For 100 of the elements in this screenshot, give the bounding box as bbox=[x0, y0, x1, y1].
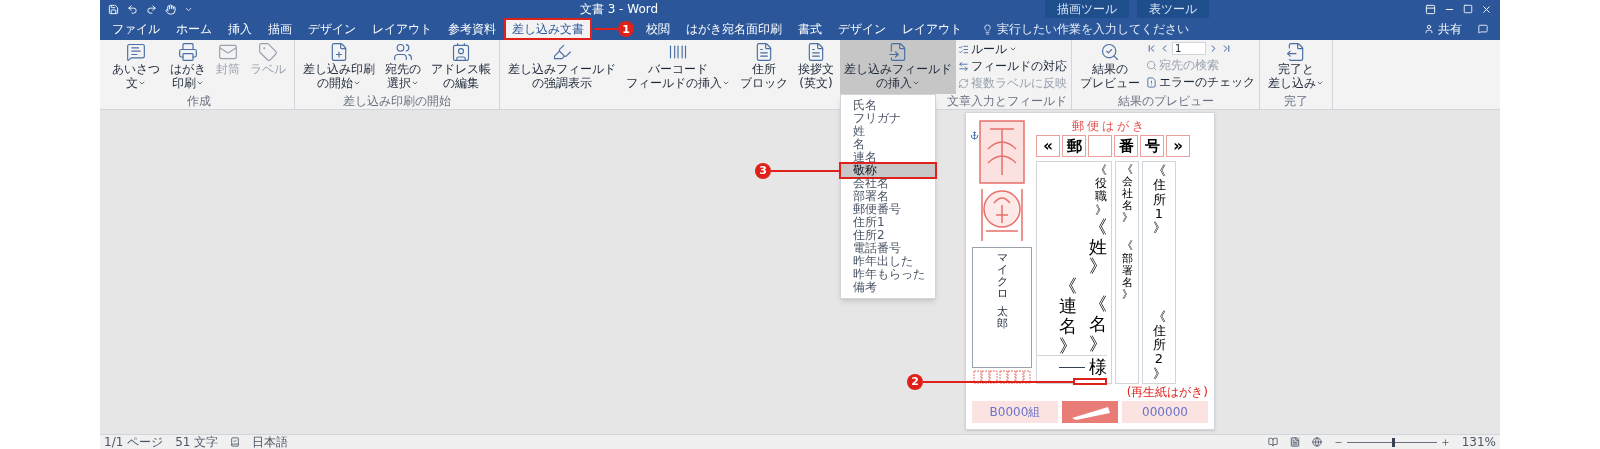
postal-code-boxes-drawing bbox=[973, 370, 1031, 384]
ribbon-group-label: 結果のプレビュー bbox=[1117, 94, 1214, 109]
word-count[interactable]: 51 文字 bbox=[175, 433, 219, 449]
caret-icon bbox=[353, 79, 361, 87]
page-count[interactable]: 1/1 ページ bbox=[104, 433, 164, 449]
ribbon-button[interactable]: あいさつ 文 bbox=[108, 40, 164, 94]
ribbon-tab[interactable]: デザイン bbox=[830, 18, 894, 40]
ribbon-button[interactable]: 差し込み印刷 の開始 bbox=[299, 40, 379, 94]
comment-icon[interactable] bbox=[1478, 24, 1488, 34]
window-title: 文書 3 - Word bbox=[578, 1, 660, 18]
search-icon bbox=[1146, 59, 1157, 71]
ribbon-tab[interactable]: 参考資料 bbox=[440, 18, 504, 40]
postal-code-box: 郵 bbox=[1062, 135, 1086, 157]
company-field: 《会社名》 bbox=[1121, 164, 1133, 225]
context-tab-group: 表ツール bbox=[1137, 0, 1209, 18]
callout-number: 1 bbox=[618, 21, 634, 37]
document-icon bbox=[1146, 76, 1157, 88]
ribbon-tab[interactable]: 描画 bbox=[260, 18, 300, 40]
address-field: 《住所2》 bbox=[1152, 309, 1166, 381]
menu-item[interactable]: 住所2 bbox=[841, 229, 935, 242]
ribbon-tab[interactable]: デザイン bbox=[300, 18, 364, 40]
ribbon-tab[interactable]: ホーム bbox=[168, 18, 220, 40]
redo-icon[interactable] bbox=[146, 3, 157, 15]
record-number-field[interactable]: 1 bbox=[1172, 42, 1206, 55]
message-icon bbox=[126, 42, 146, 62]
print-layout-icon[interactable] bbox=[1289, 437, 1300, 447]
hand-icon[interactable] bbox=[165, 3, 176, 15]
menu-item[interactable]: 部署名 bbox=[841, 190, 935, 203]
menu-item[interactable]: 住所1 bbox=[841, 216, 935, 229]
ribbon-button[interactable]: 差し込みフィールド の強調表示 bbox=[504, 40, 620, 94]
ribbon-small-button[interactable]: ルール bbox=[958, 42, 1067, 56]
document-icon bbox=[1286, 42, 1306, 62]
menu-item[interactable]: 昨年もらった bbox=[841, 268, 935, 281]
ribbon-tab[interactable]: レイアウト bbox=[364, 18, 440, 40]
postal-code-box: « bbox=[1036, 135, 1060, 157]
ribbon-tab[interactable]: 校閲 bbox=[638, 18, 678, 40]
zoom-in-icon[interactable] bbox=[1440, 437, 1450, 447]
people-icon bbox=[393, 42, 413, 62]
menu-item[interactable]: 敬称 bbox=[841, 164, 935, 177]
proofing-icon[interactable] bbox=[230, 437, 241, 447]
first-record-icon[interactable] bbox=[1146, 43, 1157, 54]
menu-item[interactable]: 昨年出した bbox=[841, 255, 935, 268]
context-tab-group: 描画ツール bbox=[1045, 0, 1129, 18]
zoom-slider-thumb[interactable] bbox=[1391, 437, 1395, 447]
ribbon-button[interactable]: 結果の プレビュー bbox=[1076, 40, 1144, 94]
ribbon-tab[interactable]: 書式 bbox=[790, 18, 830, 40]
tell-me-field[interactable]: 実行したい作業を入力してください bbox=[997, 20, 1189, 38]
ribbon-button[interactable]: アドレス帳 の編集 bbox=[427, 40, 495, 94]
language-label[interactable]: 日本語 bbox=[252, 433, 289, 449]
ribbon-small-button[interactable]: エラーのチェック bbox=[1146, 75, 1255, 89]
maximize-icon[interactable] bbox=[1463, 4, 1473, 14]
caret-icon bbox=[138, 79, 146, 87]
joint-name-field: 《連名》 bbox=[1059, 276, 1077, 356]
last-record-icon[interactable] bbox=[1221, 43, 1232, 54]
caret-icon bbox=[722, 79, 730, 87]
ribbon-button[interactable]: 宛先の 選択 bbox=[381, 40, 425, 94]
caret-icon bbox=[196, 79, 204, 87]
ribbon-button[interactable]: バーコード フィールドの挿入 bbox=[622, 40, 734, 94]
contact-card-icon bbox=[451, 42, 471, 62]
menu-item[interactable]: 電話番号 bbox=[841, 242, 935, 255]
ribbon-button[interactable]: 挨拶文 (英文) bbox=[794, 40, 838, 94]
swap-icon bbox=[958, 60, 969, 72]
ribbon-button[interactable]: はがき 印刷 bbox=[166, 40, 210, 94]
ribbon-button[interactable]: 完了と 差し込み bbox=[1264, 40, 1328, 94]
ribbon-tab[interactable]: はがき宛名面印刷 bbox=[678, 18, 790, 40]
postal-code-box bbox=[1088, 135, 1112, 157]
ribbon-tab[interactable]: レイアウト bbox=[894, 18, 970, 40]
envelope-icon bbox=[218, 42, 238, 62]
leader-line bbox=[594, 28, 618, 30]
zoom-level[interactable]: 131% bbox=[1461, 433, 1496, 449]
undo-icon[interactable] bbox=[127, 3, 138, 15]
lottery-ticket-drawing bbox=[1062, 401, 1118, 423]
ribbon-tab[interactable]: 差し込み文書 bbox=[504, 18, 592, 40]
ribbon-small-button[interactable]: フィールドの対応 bbox=[958, 59, 1067, 73]
ribbon-button[interactable]: 差し込みフィールド の挿入 bbox=[840, 40, 956, 94]
highlight-box bbox=[1073, 378, 1107, 386]
share-button[interactable]: 共有 bbox=[1416, 20, 1470, 38]
save-icon[interactable] bbox=[108, 3, 119, 15]
dash-line bbox=[1059, 366, 1085, 368]
menu-item[interactable]: 会社名 bbox=[841, 177, 935, 190]
ribbon-button[interactable]: 住所 ブロック bbox=[736, 40, 792, 94]
postcard-header: 郵便はがき bbox=[1072, 119, 1147, 133]
menu-item[interactable]: フリガナ bbox=[841, 112, 935, 125]
ribbon-tab[interactable]: ファイル bbox=[104, 18, 168, 40]
menu-item[interactable]: 名 bbox=[841, 138, 935, 151]
ribbon-options-icon[interactable] bbox=[1425, 3, 1436, 15]
menu-item[interactable]: 姓 bbox=[841, 125, 935, 138]
read-mode-icon[interactable] bbox=[1267, 437, 1278, 447]
callout-number: 2 bbox=[907, 373, 923, 390]
caret-icon bbox=[1009, 45, 1017, 53]
menu-item[interactable]: 連名 bbox=[841, 151, 935, 164]
close-icon[interactable] bbox=[1481, 3, 1492, 15]
ribbon-tab[interactable]: 挿入 bbox=[220, 18, 260, 40]
web-layout-icon[interactable] bbox=[1311, 437, 1322, 447]
ribbon-group-label: 文章入力とフィールド bbox=[947, 94, 1067, 109]
menu-item[interactable]: 氏名 bbox=[841, 99, 935, 112]
ribbon-group-label: 完了 bbox=[1284, 94, 1308, 109]
sender-name: 太郎 bbox=[996, 306, 1008, 331]
menu-item[interactable]: 郵便番号 bbox=[841, 203, 935, 216]
menu-item[interactable]: 備考 bbox=[841, 281, 935, 294]
